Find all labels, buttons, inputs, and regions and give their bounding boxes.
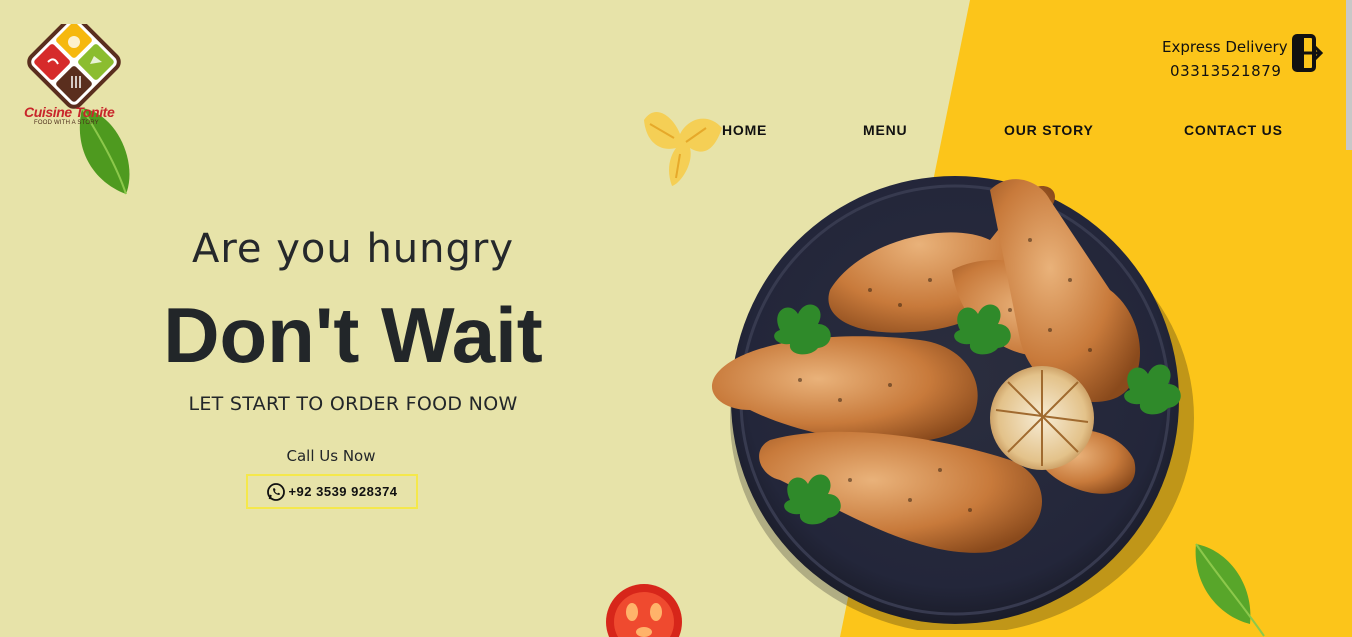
call-label: Call Us Now — [286, 447, 376, 465]
scrollbar[interactable] — [1346, 0, 1352, 150]
pasta-icon — [644, 112, 722, 186]
brand-name: Cuisine Tonite — [24, 104, 115, 120]
nav-our-story[interactable]: OUR STORY — [1004, 122, 1094, 138]
basil-leaf-icon — [1195, 543, 1265, 637]
hero-subheadline: LET START TO ORDER FOOD NOW — [188, 393, 518, 415]
express-delivery-phone[interactable]: 03313521879 — [1170, 62, 1282, 80]
express-delivery-title: Express Delivery — [1162, 38, 1288, 56]
nav-home[interactable]: HOME — [722, 122, 767, 138]
call-button[interactable]: +92 3539 928374 — [246, 474, 418, 509]
nav-contact-us[interactable]: CONTACT US — [1184, 122, 1283, 138]
exit-icon[interactable] — [1290, 34, 1324, 74]
whatsapp-icon — [267, 482, 286, 501]
nav-menu[interactable]: MENU — [863, 122, 907, 138]
call-number: +92 3539 928374 — [288, 484, 398, 499]
chicken-plate-image — [711, 176, 1194, 630]
brand-tagline: FOOD WITH A STORY — [34, 120, 99, 126]
hero-question: Are you hungry — [191, 226, 515, 272]
tomato-icon — [606, 584, 682, 637]
hero-headline: Don't Wait — [163, 291, 543, 379]
